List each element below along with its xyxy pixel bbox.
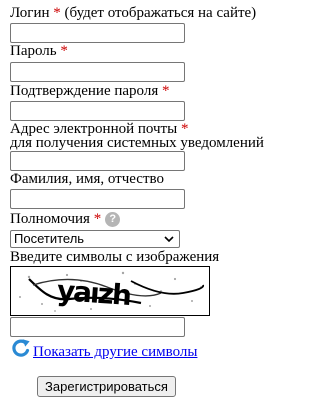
password-label: Пароль * (10, 43, 68, 60)
show-other-symbols-link[interactable]: Показать другие символы (33, 344, 197, 361)
question-circle-icon[interactable]: ? (105, 212, 121, 227)
captcha-input[interactable] (10, 317, 185, 337)
captcha-label: Введите символы с изображения (10, 249, 220, 265)
login-label-text: Логин (10, 5, 50, 21)
role-label: Полномочия *? (10, 211, 121, 228)
captcha-image: yaızh (10, 266, 210, 316)
password-label-text: Пароль (10, 43, 57, 59)
captcha-text: yaızh (56, 274, 131, 312)
password-confirm-input[interactable] (10, 101, 185, 121)
login-note: (будет отображаться на сайте) (64, 5, 257, 21)
role-select[interactable]: Посетитель (10, 230, 180, 248)
required-mark: * (60, 43, 68, 59)
password-confirm-label-text: Подтверждение пароля (10, 83, 159, 99)
email-label-line2: для получения системных уведомлений (10, 135, 264, 151)
login-input[interactable] (10, 23, 185, 43)
email-input[interactable] (10, 151, 185, 171)
refresh-icon[interactable] (10, 337, 32, 359)
register-button[interactable]: Зарегистрироваться (37, 376, 176, 397)
login-label: Логин * (будет отображаться на сайте) (10, 5, 256, 22)
password-input[interactable] (10, 62, 185, 82)
full-name-label: Фамилия, имя, отчество (10, 171, 164, 187)
password-confirm-label: Подтверждение пароля * (10, 83, 169, 100)
required-mark: * (161, 83, 170, 99)
required-mark: * (93, 211, 102, 227)
captcha-graphic: yaızh (19, 271, 205, 312)
required-mark: * (53, 5, 61, 21)
role-label-text: Полномочия (10, 211, 90, 227)
chevron-down-icon (164, 236, 174, 243)
role-select-value: Посетитель (14, 231, 85, 246)
full-name-input[interactable] (10, 189, 185, 209)
